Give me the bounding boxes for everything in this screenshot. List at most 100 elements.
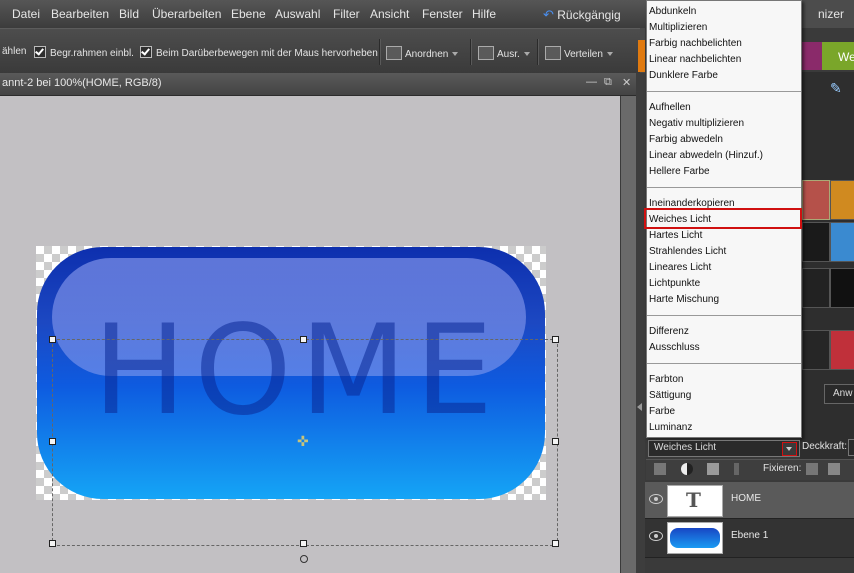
align-dropdown[interactable]: Ausr. [478, 46, 530, 60]
menu-ebene[interactable]: Ebene [231, 7, 266, 21]
undo-label: Rückgängig [557, 8, 621, 22]
transform-handle[interactable] [49, 336, 56, 343]
link-icon[interactable] [734, 463, 739, 475]
blend-option[interactable]: Harte Mischung [649, 294, 719, 305]
options-bar: ählen Begr.rahmen einbl. Beim Darüberbew… [0, 28, 640, 74]
blend-option[interactable]: Dunklere Farbe [649, 70, 718, 81]
undo-button[interactable]: ↶ Rückgängig [543, 7, 621, 23]
menu-bearbeiten[interactable]: Bearbeiten [51, 7, 109, 21]
menu-fenster[interactable]: Fenster [422, 7, 463, 21]
visibility-eye-icon[interactable] [649, 531, 663, 541]
transform-handle[interactable] [300, 336, 307, 343]
edit-icon[interactable]: ✎ [830, 80, 842, 97]
layer-row[interactable]: Ebene 1 [645, 519, 854, 558]
opacity-label: Deckkraft: [802, 441, 848, 452]
effect-thumbnail[interactable] [830, 268, 854, 308]
menu-separator [647, 91, 801, 92]
menu-hilfe[interactable]: Hilfe [472, 7, 496, 21]
organizer-tab[interactable]: nizer [800, 0, 854, 28]
highlight-on-rollover-checkbox[interactable]: Beim Darüberbewegen mit der Maus hervorh… [140, 46, 378, 59]
layer-toolbar: Fixieren: [646, 459, 854, 480]
adjustment-layer-icon[interactable] [681, 463, 693, 475]
blend-option[interactable]: Farbig nachbelichten [649, 38, 742, 49]
lock-icon[interactable] [828, 463, 840, 475]
separator [379, 39, 381, 65]
blend-option[interactable]: Hellere Farbe [649, 166, 710, 177]
blend-option[interactable]: Differenz [649, 326, 689, 337]
show-bounding-box-checkbox[interactable]: Begr.rahmen einbl. [34, 46, 134, 59]
share-tab[interactable]: We [822, 42, 854, 70]
effect-thumbnail[interactable] [802, 180, 830, 220]
menu-ueberarbeiten[interactable]: Überarbeiten [152, 7, 221, 21]
menu-separator [647, 315, 801, 316]
chevron-down-icon[interactable] [782, 442, 797, 456]
blend-option[interactable]: Lineares Licht [649, 262, 711, 273]
blend-option[interactable]: Linear abwedeln (Hinzuf.) [649, 150, 763, 161]
separator [537, 39, 539, 65]
checkbox-checked-icon [140, 46, 152, 58]
effect-thumbnail[interactable] [802, 222, 830, 262]
blend-option[interactable]: Farbig abwedeln [649, 134, 723, 145]
arrange-dropdown[interactable]: Anordnen [386, 46, 459, 60]
restore-icon[interactable]: ⧉ [604, 76, 612, 89]
blend-mode-select[interactable]: Weiches Licht [648, 440, 800, 457]
blend-option[interactable]: Negativ multiplizieren [649, 118, 744, 129]
effect-thumbnail[interactable] [830, 222, 854, 262]
checkbox-checked-icon [34, 46, 46, 58]
transform-handle[interactable] [300, 540, 307, 547]
menu-ansicht[interactable]: Ansicht [370, 7, 409, 21]
effect-thumbnail[interactable] [802, 330, 830, 370]
distribute-icon [545, 46, 561, 60]
blend-option[interactable]: Hartes Licht [649, 230, 702, 241]
menu-datei[interactable]: Datei [12, 7, 40, 21]
effect-thumbnail[interactable] [830, 330, 854, 370]
minimize-icon[interactable]: — [586, 76, 597, 88]
distribute-dropdown[interactable]: Verteilen [545, 46, 613, 60]
arrange-icon [386, 46, 402, 60]
rotate-handle[interactable] [300, 555, 308, 563]
blend-option[interactable]: Aufhellen [649, 102, 691, 113]
blend-option[interactable]: Linear nachbelichten [649, 54, 741, 65]
transform-handle[interactable] [552, 438, 559, 445]
blend-mode-value: Weiches Licht [654, 442, 717, 453]
blend-option[interactable]: Lichtpunkte [649, 278, 700, 289]
blend-option[interactable]: Farbe [649, 406, 675, 417]
chevron-down-icon [523, 52, 530, 56]
transform-handle[interactable] [49, 438, 56, 445]
create-tab[interactable] [800, 42, 822, 70]
trash-icon[interactable] [707, 463, 719, 475]
collapse-arrow-icon[interactable] [637, 403, 642, 411]
visibility-eye-icon[interactable] [649, 494, 663, 504]
blend-option[interactable]: Farbton [649, 374, 683, 385]
apply-button[interactable]: Anw [824, 384, 854, 404]
menu-separator [647, 187, 801, 188]
menu-filter[interactable]: Filter [333, 7, 360, 21]
menu-auswahl[interactable]: Auswahl [275, 7, 320, 21]
layer-row[interactable]: T HOME [645, 482, 854, 519]
vertical-scrollbar[interactable] [620, 96, 637, 573]
transform-handle[interactable] [552, 540, 559, 547]
blend-option[interactable]: Luminanz [649, 422, 692, 433]
auto-select-label: ählen [2, 46, 27, 57]
blend-option[interactable]: Abdunkeln [649, 6, 696, 17]
effect-thumbnail[interactable] [802, 268, 830, 308]
blend-option[interactable]: Ausschluss [649, 342, 700, 353]
align-label: Ausr. [497, 49, 520, 60]
effect-thumbnail[interactable] [830, 180, 854, 220]
blend-option[interactable]: Sättigung [649, 390, 691, 401]
share-tab-label: We [838, 50, 854, 64]
blend-option[interactable]: Multiplizieren [649, 22, 707, 33]
transform-handle[interactable] [49, 540, 56, 547]
transform-handle[interactable] [552, 336, 559, 343]
separator [470, 39, 472, 65]
panel-splitter[interactable] [636, 73, 645, 573]
organizer-tab-label: nizer [818, 7, 845, 21]
reference-point-icon[interactable]: ✜ [297, 433, 309, 450]
menu-bild[interactable]: Bild [119, 7, 139, 21]
close-icon[interactable]: ✕ [622, 76, 631, 89]
new-layer-icon[interactable] [654, 463, 666, 475]
opacity-input[interactable] [848, 439, 854, 456]
blend-option[interactable]: Strahlendes Licht [649, 246, 726, 257]
lock-transparency-icon[interactable] [806, 463, 818, 475]
layer-name: Ebene 1 [731, 530, 769, 541]
